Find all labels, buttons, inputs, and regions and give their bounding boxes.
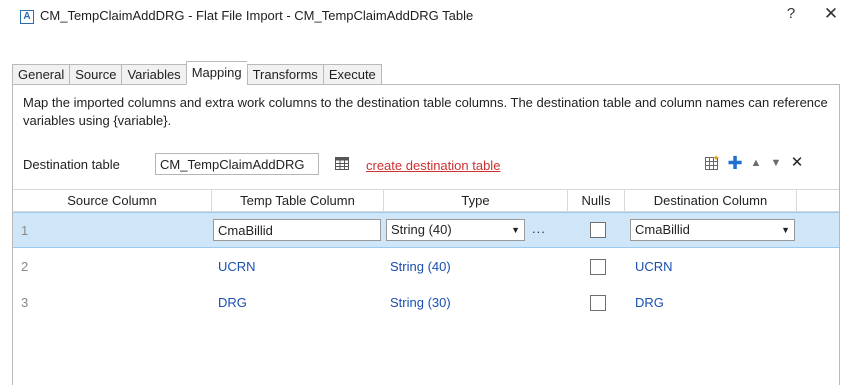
destination-column-value[interactable]: UCRN xyxy=(635,249,673,285)
nulls-checkbox[interactable] xyxy=(590,295,606,311)
nulls-checkbox[interactable] xyxy=(590,222,606,238)
move-down-icon[interactable]: ▼ xyxy=(768,154,784,172)
temp-column-value[interactable]: UCRN xyxy=(218,249,256,285)
add-icon[interactable]: ✚ xyxy=(727,154,743,172)
grid-icon[interactable] xyxy=(704,154,720,172)
tab-strip: General Source Variables Mapping Transfo… xyxy=(12,61,382,85)
tab-general[interactable]: General xyxy=(12,64,70,85)
destination-table-input[interactable] xyxy=(155,153,319,175)
title-bar: A CM_TempClaimAddDRG - Flat File Import … xyxy=(0,0,850,32)
destination-column-select[interactable]: CmaBillid ▼ xyxy=(630,219,795,241)
nulls-checkbox[interactable] xyxy=(590,259,606,275)
app-icon: A xyxy=(20,10,34,24)
temp-column-input[interactable] xyxy=(213,219,381,241)
chevron-down-icon: ▼ xyxy=(781,225,790,235)
chevron-down-icon: ▼ xyxy=(511,225,520,235)
header-type[interactable]: Type xyxy=(384,190,568,212)
tab-mapping[interactable]: Mapping xyxy=(185,61,247,85)
help-button[interactable]: ? xyxy=(781,5,801,27)
type-value[interactable]: String (30) xyxy=(390,285,451,321)
row-number: 1 xyxy=(21,223,29,238)
row-number: 3 xyxy=(21,295,29,310)
move-up-icon[interactable]: ▲ xyxy=(748,154,764,172)
destination-column-value: CmaBillid xyxy=(635,222,690,237)
type-select[interactable]: String (40) ▼ xyxy=(386,219,525,241)
table-row[interactable]: 2 UCRN String (40) UCRN xyxy=(13,249,839,285)
header-temp-table-column[interactable]: Temp Table Column xyxy=(212,190,384,212)
tab-variables[interactable]: Variables xyxy=(121,64,186,85)
mapping-description: Map the imported columns and extra work … xyxy=(23,95,828,128)
destination-column-value[interactable]: DRG xyxy=(635,285,664,321)
mapping-grid: Source Column Temp Table Column Type Nul… xyxy=(13,189,839,385)
temp-column-value[interactable]: DRG xyxy=(218,285,247,321)
header-destination-column[interactable]: Destination Column xyxy=(625,190,797,212)
destination-table-label: Destination table xyxy=(23,157,120,172)
tab-execute[interactable]: Execute xyxy=(322,64,382,85)
row-number: 2 xyxy=(21,259,29,274)
tab-transforms[interactable]: Transforms xyxy=(246,64,323,85)
header-source-column[interactable]: Source Column xyxy=(13,190,212,212)
table-row[interactable]: 1 String (40) ▼ ... CmaBillid ▼ xyxy=(13,212,839,248)
type-select-value: String (40) xyxy=(391,222,452,237)
close-button[interactable]: ✕ xyxy=(820,4,842,28)
window-title: CM_TempClaimAddDRG - Flat File Import - … xyxy=(40,8,474,23)
delete-icon[interactable]: ✕ xyxy=(789,154,805,172)
type-ellipsis-button[interactable]: ... xyxy=(532,219,546,239)
table-picker-icon[interactable] xyxy=(335,157,349,170)
header-nulls[interactable]: Nulls xyxy=(568,190,625,212)
table-row[interactable]: 3 DRG String (30) DRG xyxy=(13,285,839,321)
create-destination-table-link[interactable]: create destination table xyxy=(366,158,500,173)
tab-source[interactable]: Source xyxy=(69,64,122,85)
type-value[interactable]: String (40) xyxy=(390,249,451,285)
